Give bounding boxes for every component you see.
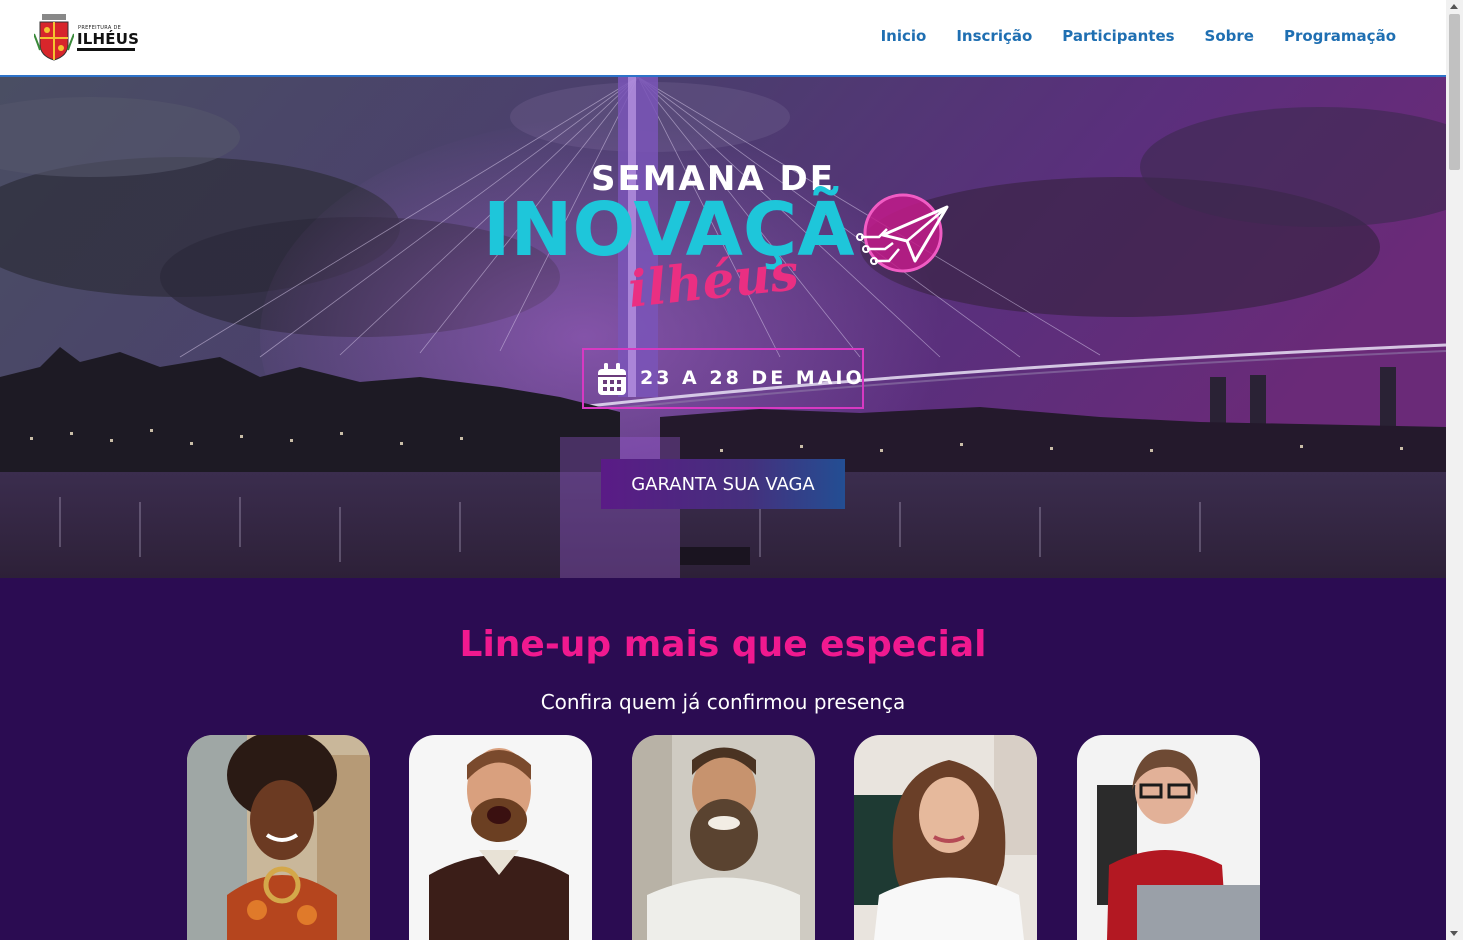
ilheus-crest-icon — [34, 14, 74, 61]
nav-programacao[interactable]: Programação — [1284, 27, 1396, 45]
speaker-photo-4 — [854, 735, 1037, 940]
logo-name: ILHÉUS — [77, 30, 140, 48]
lineup-subtitle: Confira quem já confirmou presença — [540, 690, 906, 714]
lineup-section: Line-up mais que especial Confira quem j… — [0, 578, 1446, 940]
page-scrollbar[interactable] — [1446, 0, 1463, 940]
speaker-photo-1 — [187, 735, 370, 940]
speaker-cards — [187, 735, 1267, 940]
nav-participantes[interactable]: Participantes — [1062, 27, 1174, 45]
hero-banner: SEMANA DE INOVAÇÃ ilhéus 23 A 28 DE MAIO… — [0, 77, 1446, 578]
nav-sobre[interactable]: Sobre — [1205, 27, 1254, 45]
site-header: PREFEITURA DE ILHÉUS Inicio Inscrição Pa… — [0, 0, 1446, 77]
scroll-up-arrow-icon[interactable] — [1450, 4, 1458, 9]
nav-inscricao[interactable]: Inscrição — [956, 27, 1032, 45]
paper-plane-circuit-icon — [856, 193, 949, 273]
lineup-title: Line-up mais que especial — [459, 624, 987, 665]
speaker-card-1[interactable] — [187, 735, 370, 940]
nav-inicio[interactable]: Inicio — [881, 27, 927, 45]
event-logo: SEMANA DE INOVAÇÃ ilhéus — [483, 159, 963, 329]
speaker-photo-2 — [409, 735, 592, 940]
main-nav: Inicio Inscrição Participantes Sobre Pro… — [881, 27, 1396, 45]
garanta-sua-vaga-button[interactable]: GARANTA SUA VAGA — [601, 459, 845, 509]
prefeitura-logo[interactable]: PREFEITURA DE ILHÉUS — [34, 14, 140, 62]
page: PREFEITURA DE ILHÉUS Inicio Inscrição Pa… — [0, 0, 1446, 940]
scroll-down-arrow-icon[interactable] — [1450, 931, 1458, 936]
speaker-card-4[interactable] — [854, 735, 1037, 940]
speaker-card-5[interactable] — [1077, 735, 1260, 940]
speaker-card-3[interactable] — [632, 735, 815, 940]
speaker-card-2[interactable] — [409, 735, 592, 940]
calendar-icon — [598, 363, 626, 395]
speaker-photo-3 — [632, 735, 815, 940]
speaker-photo-5 — [1077, 735, 1260, 940]
scrollbar-thumb[interactable] — [1449, 14, 1460, 170]
event-date-box: 23 A 28 DE MAIO — [582, 348, 864, 409]
event-date-text: 23 A 28 DE MAIO — [640, 367, 865, 389]
logo-underline — [77, 48, 135, 51]
